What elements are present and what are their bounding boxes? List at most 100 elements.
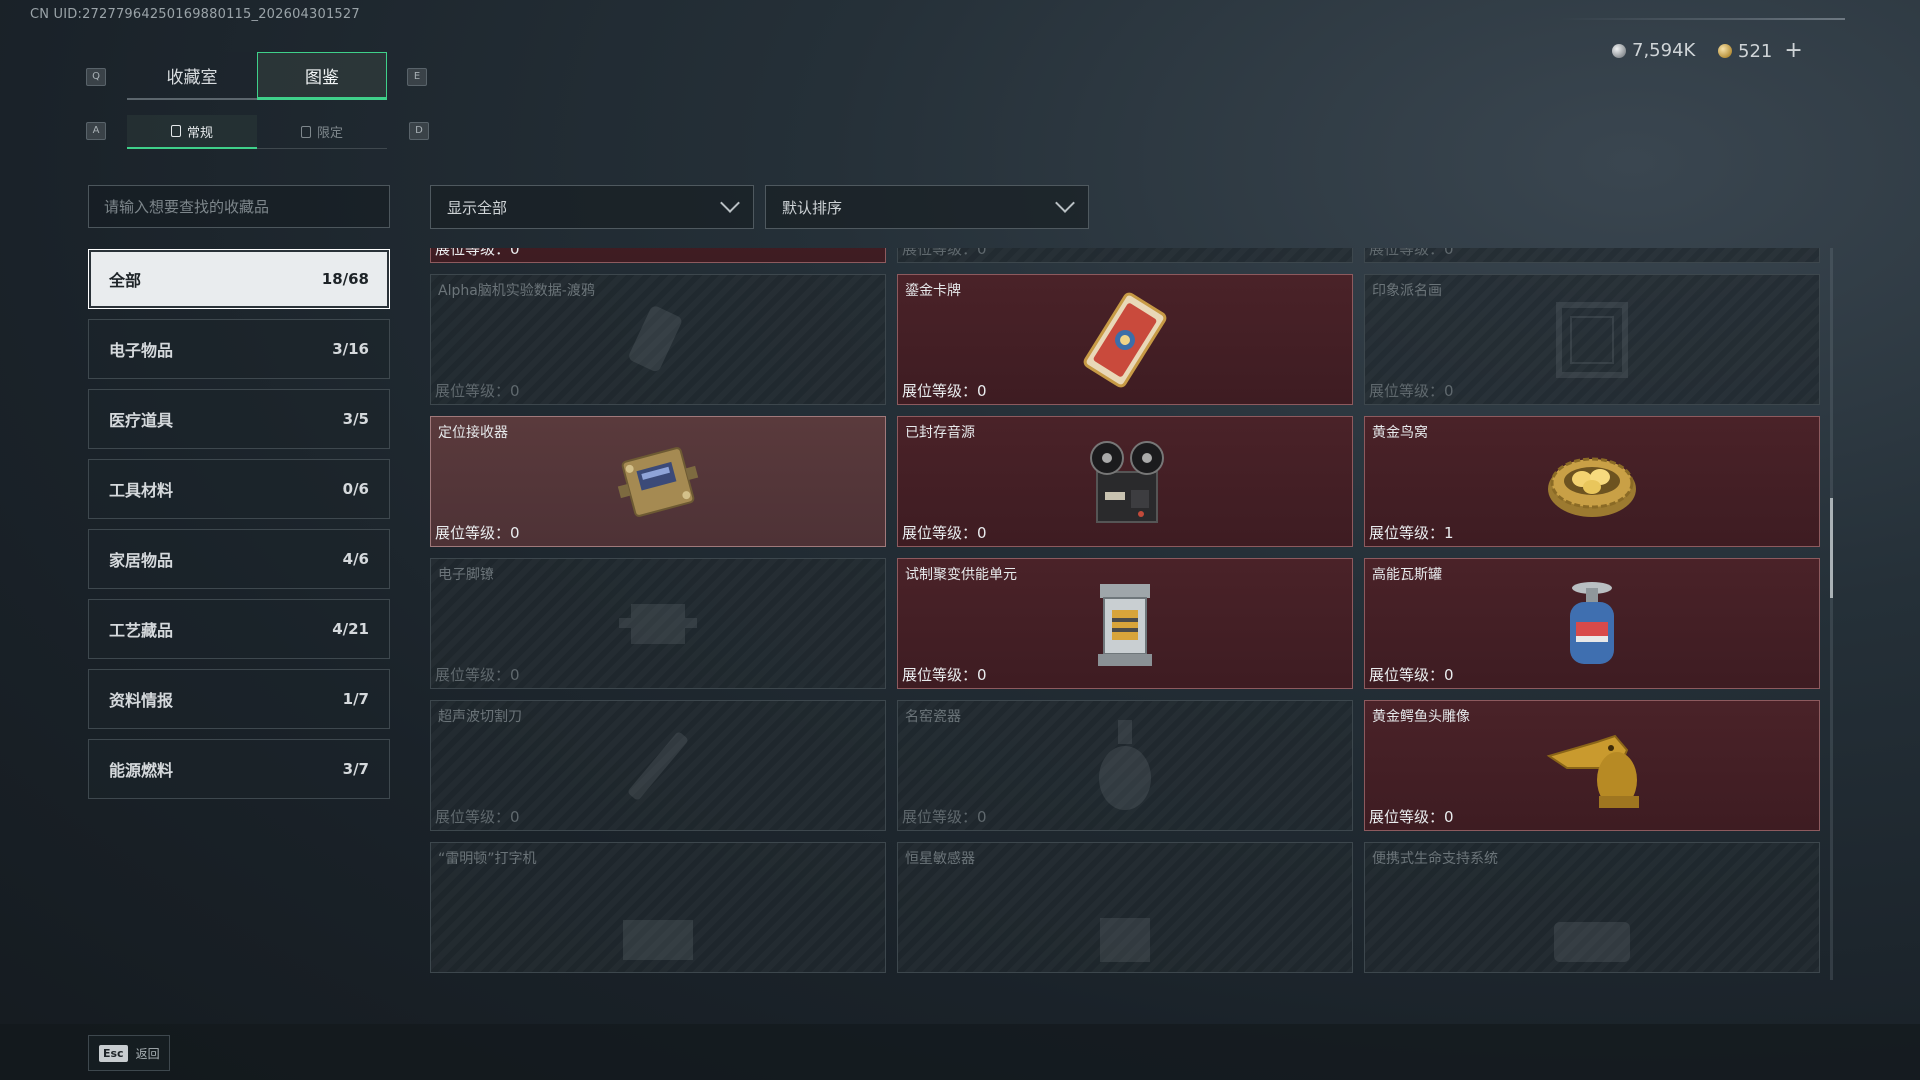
- collection-card[interactable]: 电子脚镣 展位等级：0: [430, 558, 886, 689]
- silver-amount: 7,594K: [1632, 40, 1696, 61]
- collection-card[interactable]: 高能瓦斯罐 展位等级：0: [1364, 558, 1820, 689]
- sort-dropdown[interactable]: 默认排序: [765, 185, 1089, 229]
- collection-card[interactable]: 便携式生命支持系统: [1364, 842, 1820, 973]
- scrollbar-thumb[interactable]: [1830, 498, 1833, 598]
- grid-scrollbar[interactable]: [1830, 248, 1833, 980]
- collection-card[interactable]: 黄金鸟窝 展位等级：1: [1364, 416, 1820, 547]
- item-level: 展位等级：0: [435, 808, 520, 826]
- item-level: 展位等级：0: [435, 666, 520, 684]
- filter-label: 显示全部: [447, 198, 508, 217]
- item-level: 展位等级：0: [902, 808, 987, 826]
- search-input[interactable]: [104, 197, 389, 216]
- subtab-regular[interactable]: 常规: [127, 115, 257, 149]
- collection-card[interactable]: 试制聚变供能单元 展位等级：0: [897, 558, 1353, 689]
- prev-tab-key[interactable]: Q: [86, 68, 106, 86]
- locator-receiver-icon: [603, 432, 713, 532]
- item-name: 恒星敏感器: [905, 851, 975, 867]
- footer-bar: [0, 1024, 1920, 1080]
- item-level: 展位等级：0: [902, 524, 987, 542]
- collection-card[interactable]: 展位等级：0: [897, 248, 1353, 263]
- category-label: 能源燃料: [109, 761, 174, 780]
- life-support-icon: [1537, 890, 1647, 972]
- main-tabs: 收藏室 图鉴: [127, 52, 387, 100]
- category-label: 医疗道具: [109, 411, 174, 430]
- category-count: 4/21: [332, 620, 369, 638]
- gold-crocodile-icon: [1537, 716, 1647, 816]
- filter-dropdown[interactable]: 显示全部: [430, 185, 754, 229]
- collection-card[interactable]: “雷明顿”打字机: [430, 842, 886, 973]
- chevron-down-icon: [1055, 193, 1075, 213]
- category-energy[interactable]: 能源燃料 3/7: [88, 739, 390, 799]
- sort-label: 默认排序: [782, 198, 843, 217]
- category-crafts[interactable]: 工艺藏品 4/21: [88, 599, 390, 659]
- collection-card[interactable]: 展位等级：0: [1364, 248, 1820, 263]
- item-name: Alpha脑机实验数据-渡鸦: [438, 283, 595, 299]
- next-subtab-key[interactable]: D: [409, 122, 429, 140]
- data-drive-icon: [603, 290, 713, 390]
- collection-card[interactable]: 恒星敏感器: [897, 842, 1353, 973]
- category-label: 资料情报: [109, 691, 174, 710]
- silver-coin-icon: [1612, 43, 1626, 58]
- category-count: 3/5: [342, 410, 369, 428]
- category-electronics[interactable]: 电子物品 3/16: [88, 319, 390, 379]
- collection-card[interactable]: 超声波切割刀 展位等级：0: [430, 700, 886, 831]
- category-tools[interactable]: 工具材料 0/6: [88, 459, 390, 519]
- ultrasonic-cutter-icon: [603, 716, 713, 816]
- prev-subtab-key[interactable]: A: [86, 122, 106, 140]
- item-level: 展位等级：0: [1369, 666, 1454, 684]
- item-name: 黄金鸟窝: [1372, 425, 1428, 441]
- chevron-down-icon: [720, 193, 740, 213]
- category-count: 3/16: [332, 340, 369, 358]
- item-name: 黄金鳄鱼头雕像: [1372, 709, 1470, 725]
- collection-card[interactable]: 已封存音源 展位等级：0: [897, 416, 1353, 547]
- item-name: 试制聚变供能单元: [905, 567, 1017, 583]
- item-level: 展位等级：0: [1369, 382, 1454, 400]
- category-household[interactable]: 家居物品 4/6: [88, 529, 390, 589]
- typewriter-icon: [603, 890, 713, 972]
- search-box[interactable]: [88, 185, 390, 228]
- collection-grid-viewport: 展位等级：0 展位等级：0 展位等级：0 Alpha脑机实验数据-渡鸦 展位等级…: [430, 248, 1830, 980]
- collection-card[interactable]: 黄金鳄鱼头雕像 展位等级：0: [1364, 700, 1820, 831]
- back-button[interactable]: Esc 返回: [88, 1035, 170, 1071]
- collection-card[interactable]: 鎏金卡牌 展位等级：0: [897, 274, 1353, 405]
- add-currency-button[interactable]: +: [1784, 40, 1802, 62]
- category-all[interactable]: 全部 18/68: [88, 249, 390, 309]
- esc-key: Esc: [99, 1044, 128, 1062]
- category-count: 3/7: [342, 760, 369, 778]
- painting-frame-icon: [1537, 290, 1647, 390]
- porcelain-vase-icon: [1070, 716, 1180, 816]
- collection-card[interactable]: 印象派名画 展位等级：0: [1364, 274, 1820, 405]
- tab-collection-room[interactable]: 收藏室: [127, 52, 257, 100]
- item-level: 展位等级：0: [902, 666, 987, 684]
- category-count: 4/6: [342, 550, 369, 568]
- category-count: 1/7: [342, 690, 369, 708]
- subtab-limited[interactable]: 限定: [257, 115, 387, 149]
- collection-grid: 展位等级：0 展位等级：0 展位等级：0 Alpha脑机实验数据-渡鸦 展位等级…: [430, 248, 1820, 973]
- collection-card[interactable]: 名窑瓷器 展位等级：0: [897, 700, 1353, 831]
- top-divider: [1560, 18, 1845, 20]
- item-name: 高能瓦斯罐: [1372, 567, 1442, 583]
- category-intel[interactable]: 资料情报 1/7: [88, 669, 390, 729]
- back-label: 返回: [135, 1046, 160, 1061]
- star-sensor-icon: [1070, 890, 1180, 972]
- fusion-cell-icon: [1070, 574, 1180, 674]
- item-name: 定位接收器: [438, 425, 508, 441]
- category-count: 18/68: [321, 270, 369, 288]
- gold-currency[interactable]: 521 +: [1718, 40, 1803, 62]
- category-label: 全部: [109, 271, 142, 290]
- category-count: 0/6: [342, 480, 369, 498]
- sub-tabs: 常规 限定: [127, 115, 387, 149]
- next-tab-key[interactable]: E: [407, 68, 427, 86]
- item-name: 便携式生命支持系统: [1372, 851, 1498, 867]
- tab-catalog[interactable]: 图鉴: [257, 52, 387, 100]
- category-label: 工具材料: [109, 481, 174, 500]
- ankle-monitor-icon: [603, 574, 713, 674]
- item-name: 名窑瓷器: [905, 709, 961, 725]
- collection-card[interactable]: Alpha脑机实验数据-渡鸦 展位等级：0: [430, 274, 886, 405]
- item-name: 电子脚镣: [438, 567, 494, 583]
- item-name: 超声波切割刀: [438, 709, 522, 725]
- item-level: 展位等级：0: [1369, 248, 1454, 258]
- category-medical[interactable]: 医疗道具 3/5: [88, 389, 390, 449]
- collection-card[interactable]: 定位接收器 展位等级：0: [430, 416, 886, 547]
- collection-card[interactable]: 展位等级：0: [430, 248, 886, 263]
